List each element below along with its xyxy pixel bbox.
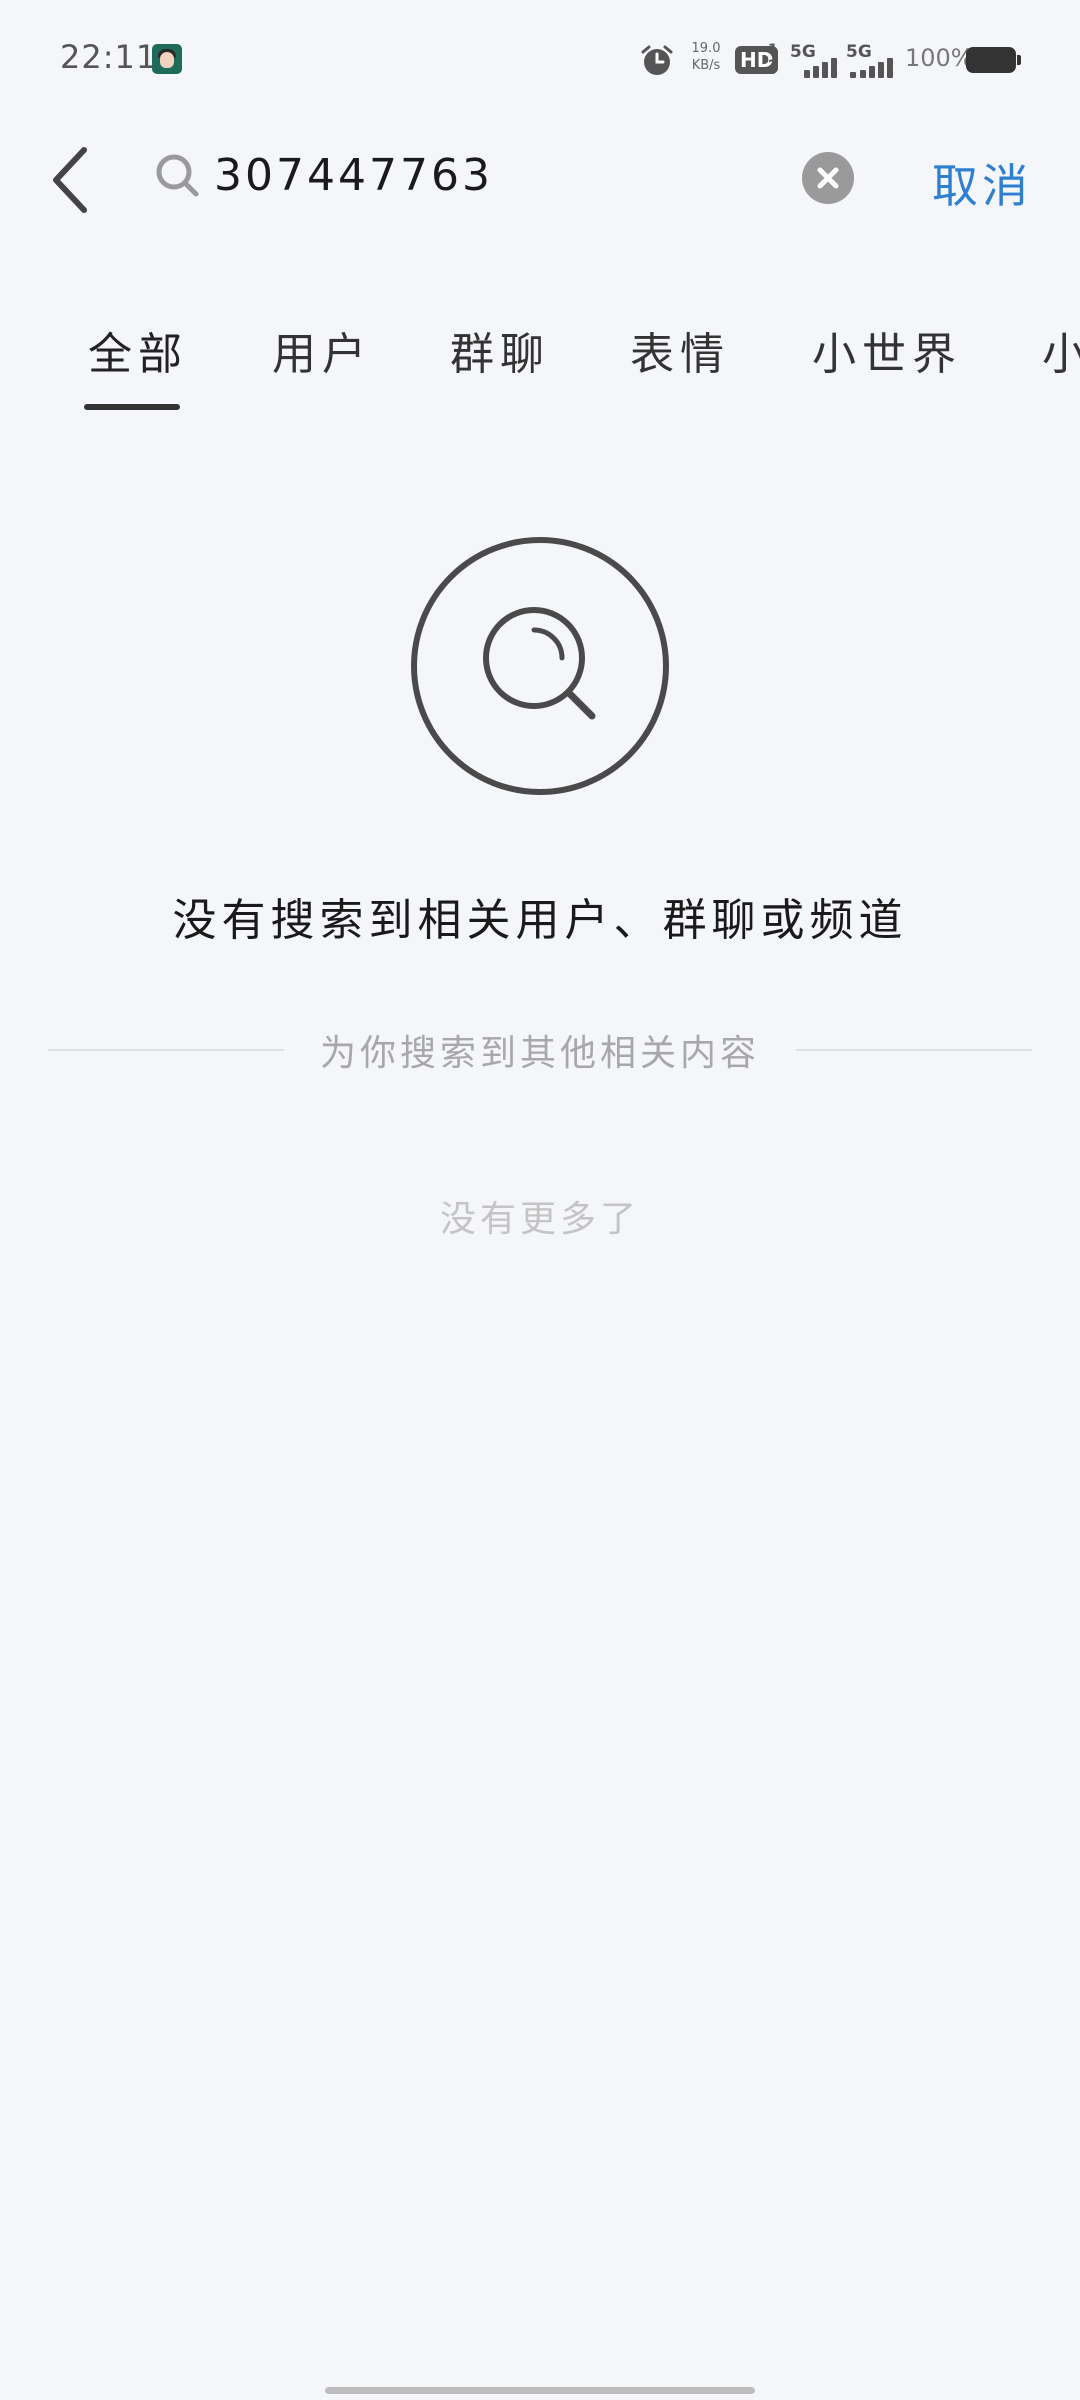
hd-sim-indicator: 1 2	[768, 42, 778, 74]
alarm-icon	[641, 45, 673, 75]
app-notification-icon	[152, 44, 182, 74]
search-icon	[156, 154, 199, 197]
home-indicator[interactable]	[325, 2387, 755, 2394]
empty-result-message: 没有搜索到相关用户、群聊或频道	[172, 895, 908, 946]
related-content-divider: 为你搜索到其他相关内容	[48, 1024, 1032, 1074]
signal-icon-sim1: 5G	[790, 42, 846, 78]
tab-small-world[interactable]: 小世界	[812, 318, 962, 382]
active-tab-indicator	[84, 404, 180, 410]
tab-stickers[interactable]: 表情	[630, 318, 730, 382]
no-more-label: 没有更多了	[439, 1199, 640, 1240]
battery-icon	[966, 47, 1016, 73]
tab-all[interactable]: 全部	[88, 318, 188, 382]
related-content-label: 为你搜索到其他相关内容	[319, 1033, 760, 1074]
status-bar: 22:11 19.0 KB/s HD 1 2 5G 5G 100%	[0, 0, 1080, 120]
search-input[interactable]	[214, 142, 774, 208]
status-time: 22:11	[60, 38, 158, 76]
tab-overflow[interactable]: 小	[1042, 318, 1080, 382]
search-category-tabs: 全部 用户 群聊 表情 小世界 小	[0, 300, 1080, 420]
battery-tip	[1017, 55, 1021, 65]
cancel-button[interactable]: 取消	[932, 150, 1032, 216]
empty-search-icon	[411, 537, 669, 795]
clear-search-button[interactable]	[802, 152, 854, 204]
chevron-left-icon	[53, 147, 87, 213]
tab-group-chats[interactable]: 群聊	[450, 318, 550, 382]
back-button[interactable]	[40, 140, 100, 220]
close-icon	[817, 167, 839, 189]
tab-users[interactable]: 用户	[272, 318, 372, 382]
battery-percent: 100%	[905, 44, 974, 72]
network-speed: 19.0 KB/s	[691, 41, 721, 73]
signal-icon-sim2: 5G	[846, 42, 902, 78]
